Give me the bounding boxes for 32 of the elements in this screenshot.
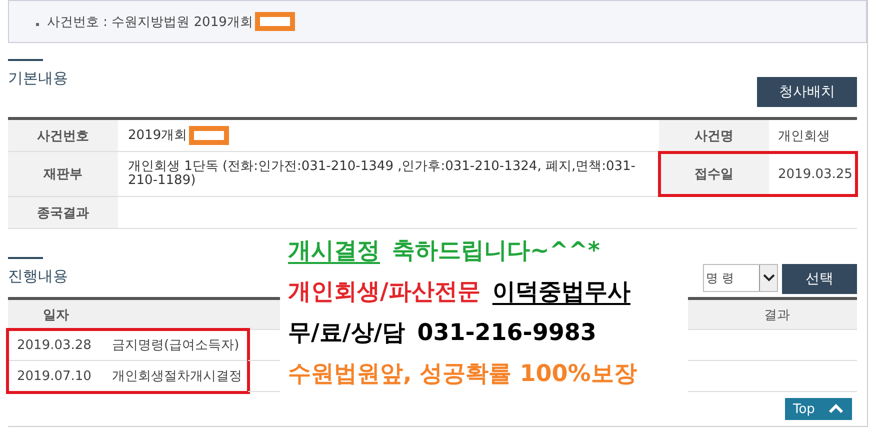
table-cell-text: 금지명령(급여소득자) (112, 337, 240, 354)
row-value: 개인회생 (777, 128, 831, 146)
chevron-down-icon[interactable] (759, 265, 777, 291)
location-button[interactable]: 청사배치 (757, 77, 857, 107)
promo-text: 이덕중법무사 (492, 278, 630, 308)
back-to-top-button[interactable]: Top (785, 398, 852, 420)
promo-text: 031-216-9983 (417, 318, 596, 348)
column-header: 일자 (42, 306, 70, 324)
row-label: 사건번호 (8, 120, 118, 151)
table-cell-text: 개인회생절차개시결정 (112, 368, 242, 385)
filter-dropdown[interactable]: 명 령 (703, 264, 778, 292)
promo-text: 수원법원앞, 성공확률 100%보장 (288, 360, 637, 389)
select-button[interactable]: 선택 (782, 264, 857, 294)
row-value: 개인회생 1단독 (전화:인가전:031-210-1349 ,인가후:031-210-1324, 폐지,면책:031-210-1189) (128, 160, 636, 188)
bullet-icon (36, 23, 39, 26)
section-title: 기본내용 (8, 69, 68, 88)
case-number-text: 사건번호 : 수원지방법원 2019개회 (47, 14, 253, 30)
row-label: 재판부 (8, 152, 118, 196)
section-title: 진행내용 (8, 267, 68, 286)
row-value: 2019.03.25 (777, 166, 854, 184)
row-label: 접수일 (659, 152, 769, 196)
row-label: 사건명 (659, 120, 769, 151)
promo-text: 무/료/상/담 (288, 318, 406, 348)
chevron-up-icon[interactable] (828, 404, 844, 414)
promo-text: 축하드립니다~^^* (392, 237, 600, 266)
promo-text: 개인회생/파산전문 (288, 278, 480, 308)
table-cell-text: 2019.07.10 (16, 368, 92, 384)
table-cell-text: 2019.03.28 (16, 338, 92, 352)
column-header: 결과 (763, 306, 791, 324)
promo-text: 개시결정 (288, 237, 380, 266)
row-label: 종국결과 (8, 197, 118, 228)
row-value: 2019개회 (128, 128, 188, 142)
